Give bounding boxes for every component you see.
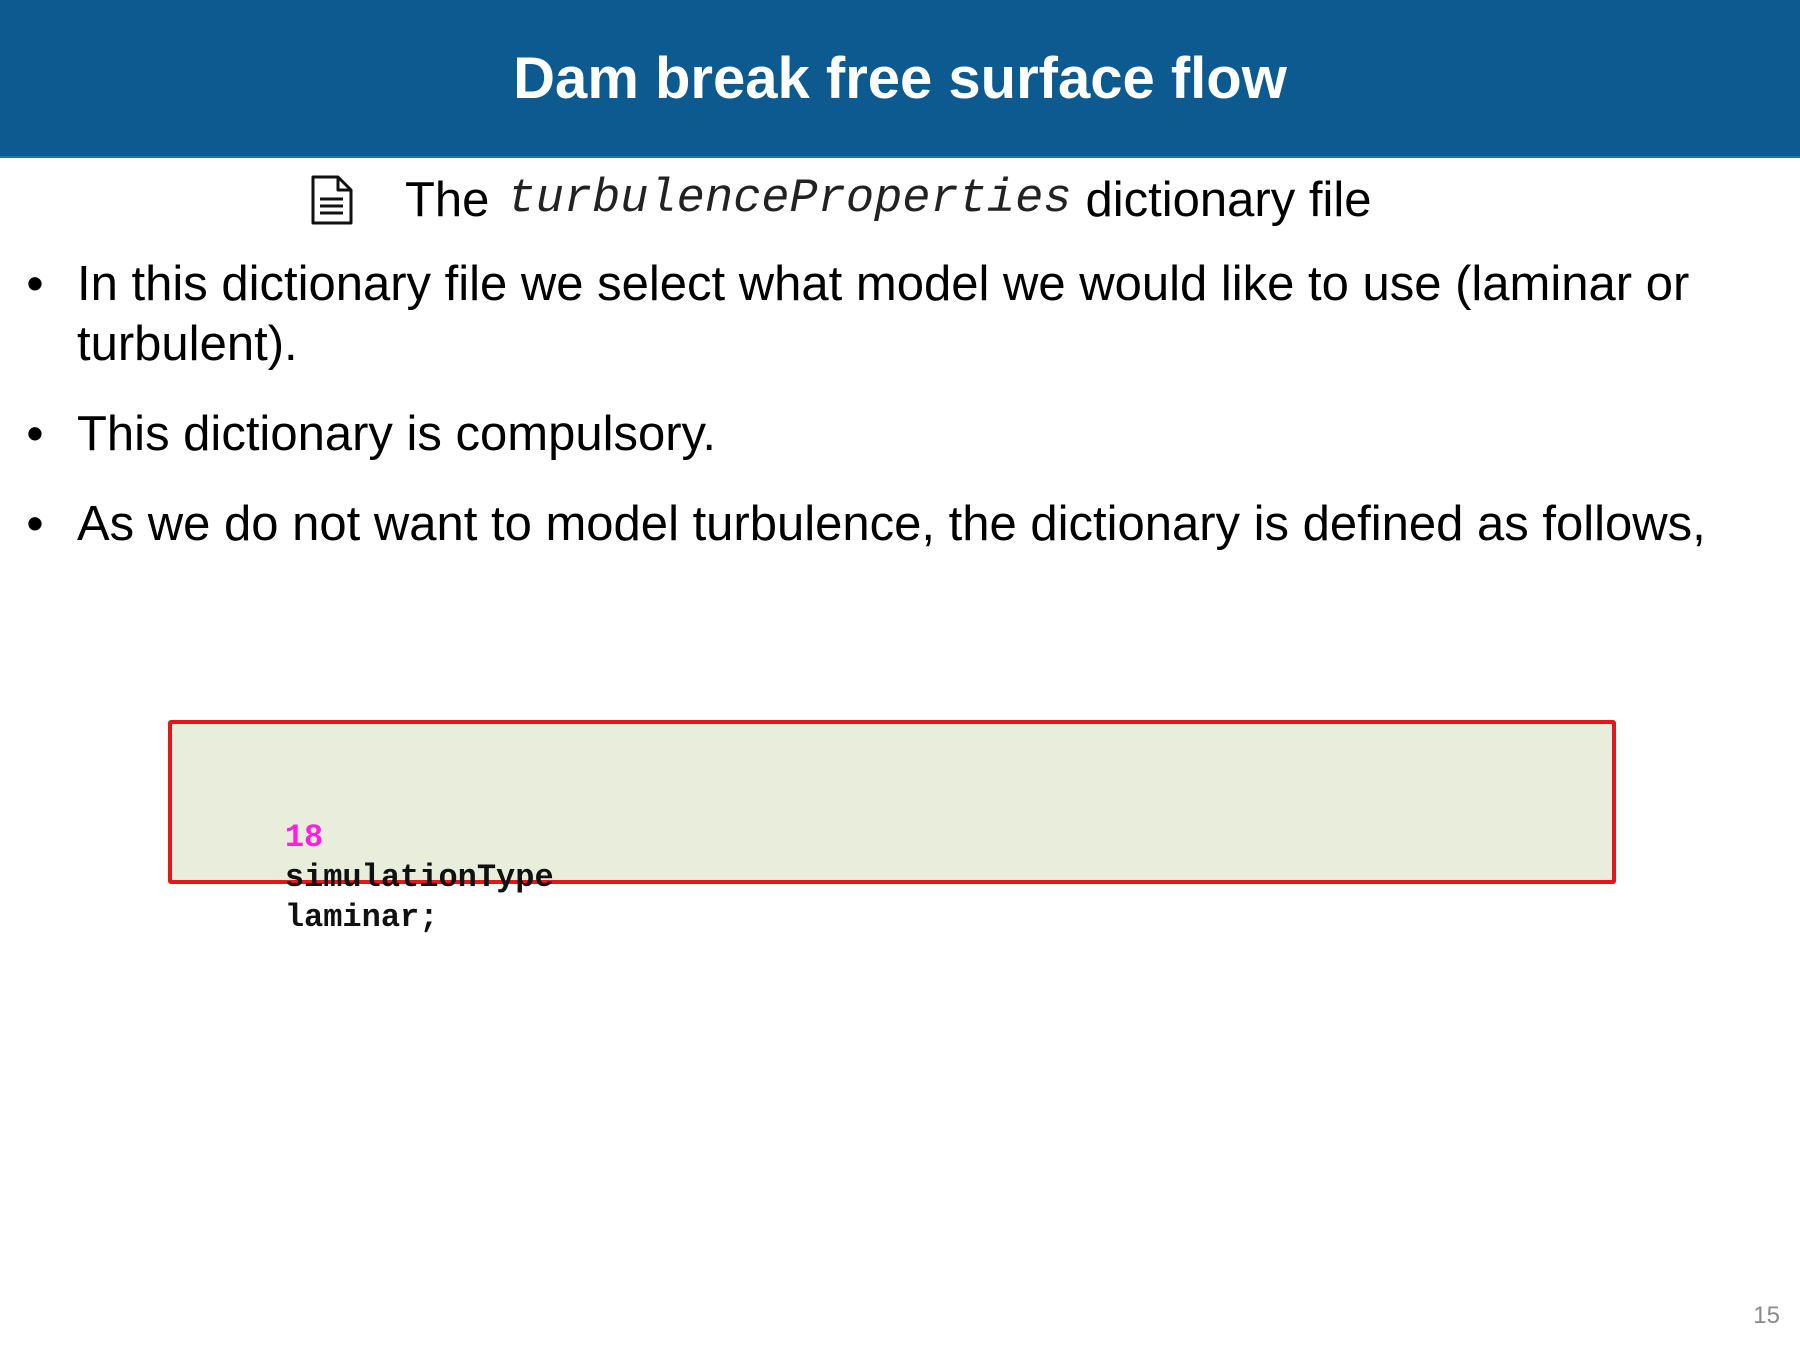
bullet-item: • In this dictionary file we select what… — [0, 254, 1780, 374]
code-block: 18 simulationType laminar; — [168, 720, 1616, 936]
code-line: 18 simulationType laminar; — [208, 778, 662, 978]
bullet-text: In this dictionary file we select what m… — [77, 257, 1690, 371]
bullet-text: As we do not want to model turbulence, t… — [77, 497, 1706, 551]
dictionary-name: turbulenceProperties — [507, 173, 1072, 226]
subtitle-prefix: The — [405, 173, 490, 227]
bullet-text: This dictionary is compulsory. — [77, 407, 717, 461]
bullet-item: • As we do not want to model turbulence,… — [0, 494, 1780, 554]
document-icon — [311, 175, 353, 225]
bullet-list: • In this dictionary file we select what… — [0, 254, 1780, 584]
slide-title: Dam break free surface flow — [513, 46, 1287, 111]
page-number: 15 — [1753, 1302, 1780, 1329]
title-bar: Dam break free surface flow — [0, 0, 1800, 158]
bullet-marker: • — [26, 257, 44, 311]
bullet-marker: • — [26, 497, 44, 551]
subtitle-suffix: dictionary file — [1085, 173, 1372, 227]
code-value: laminar; — [284, 899, 439, 936]
subtitle: The turbulenceProperties dictionary file — [309, 170, 1372, 230]
bullet-marker: • — [26, 407, 44, 461]
code-keyword: simulationType — [284, 859, 554, 896]
bullet-item: • This dictionary is compulsory. — [0, 404, 1780, 464]
line-number: 18 — [284, 819, 324, 856]
